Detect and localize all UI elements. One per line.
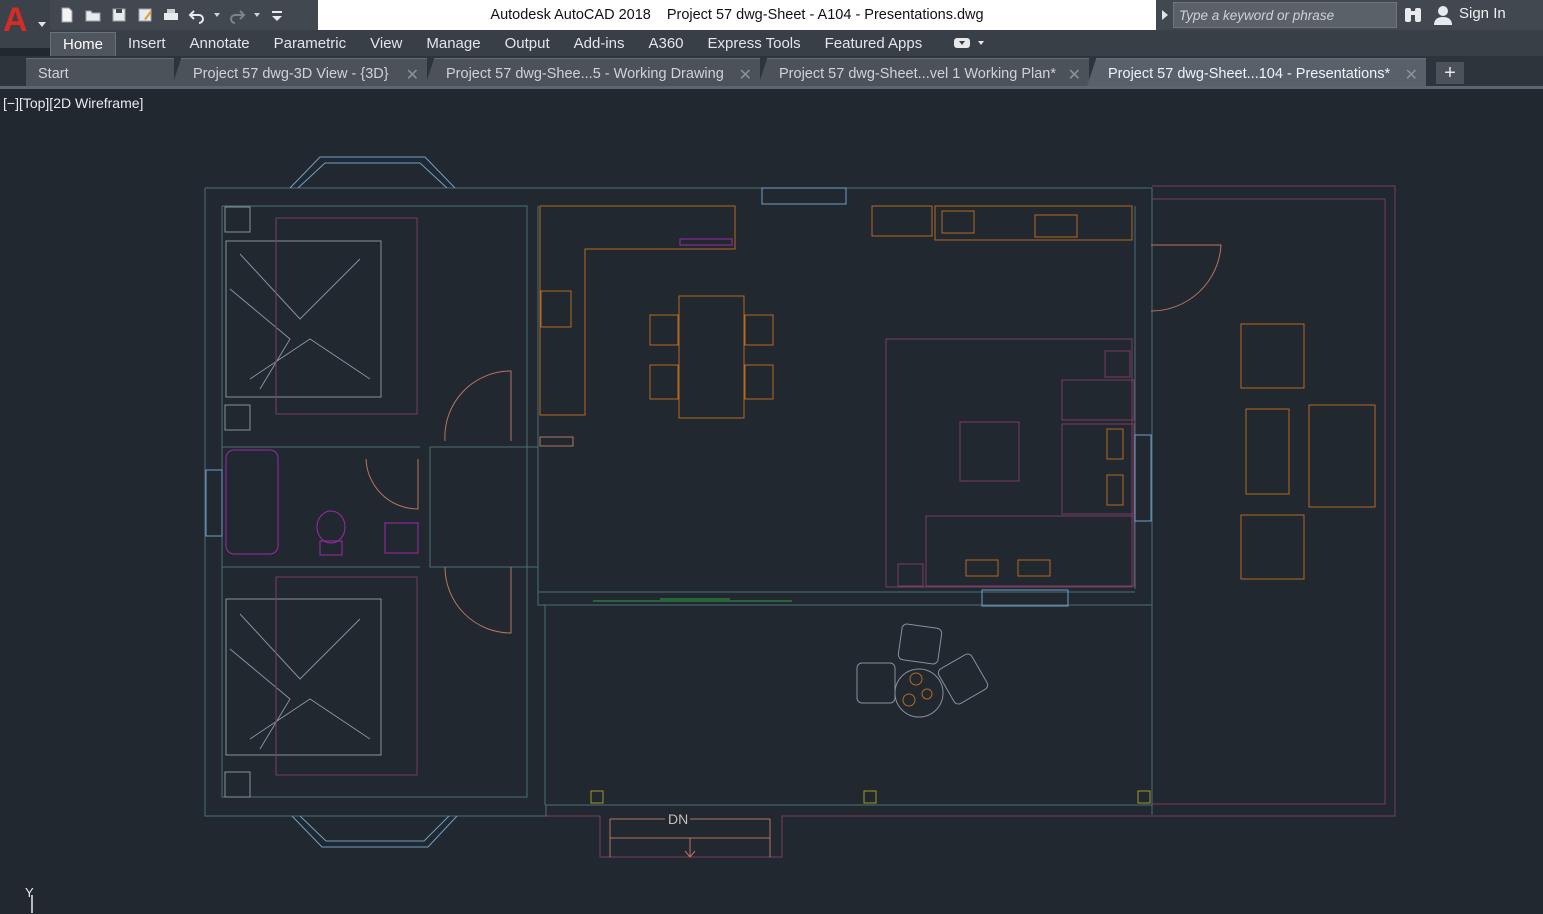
chevron-down-icon: [254, 13, 260, 17]
ribbon-tab-view[interactable]: View: [358, 30, 414, 56]
kitchen-counters: [539, 205, 1133, 416]
search-input[interactable]: [1173, 2, 1397, 28]
exterior-walls: [204, 187, 1153, 817]
chevron-down-icon: [38, 22, 46, 27]
dining-set: [649, 295, 774, 419]
file-tab-bar: Start Project 57 dwg-3D View - {3D} ✕ Pr…: [0, 56, 1543, 89]
ribbon-tab-add-ins[interactable]: Add-ins: [562, 30, 637, 56]
file-tab-3d-view[interactable]: Project 57 dwg-3D View - {3D} ✕: [171, 58, 427, 89]
file-tab-working-drawing[interactable]: Project 57 dwg-Shee...5 - Working Drawin…: [424, 58, 760, 89]
plot-button[interactable]: [160, 4, 182, 26]
bed-top: [224, 206, 382, 431]
file-tab-working-plan[interactable]: Project 57 dwg-Sheet...vel 1 Working Pla…: [757, 58, 1089, 89]
chevron-down-icon: [978, 41, 985, 45]
redo-button[interactable]: [226, 4, 248, 26]
new-tab-button[interactable]: +: [1436, 62, 1464, 84]
file-tab-start[interactable]: Start: [26, 58, 174, 88]
save-icon: [112, 8, 126, 22]
application-menu-button[interactable]: A: [0, 0, 50, 48]
bay-window-bottom: [291, 815, 458, 848]
ribbon-tab-parametric[interactable]: Parametric: [262, 30, 359, 56]
ribbon-tab-bar: Home Insert Annotate Parametric View Man…: [50, 30, 1543, 56]
user-icon[interactable]: [1433, 4, 1453, 26]
new-icon: [61, 7, 73, 23]
file-tab-presentations[interactable]: Project 57 dwg-Sheet...104 - Presentatio…: [1086, 58, 1426, 89]
ribbon-tab-annotate[interactable]: Annotate: [178, 30, 262, 56]
quick-access-toolbar: [56, 3, 288, 27]
ribbon-tab-insert[interactable]: Insert: [116, 30, 178, 56]
new-button[interactable]: [56, 4, 78, 26]
sofa-cushions: [965, 428, 1124, 577]
undo-dropdown[interactable]: [212, 4, 222, 26]
ucs-y-axis-label: Y: [25, 885, 34, 900]
redo-icon: [230, 10, 246, 24]
bed-bottom: [224, 598, 382, 798]
terrace-outline: [546, 185, 1396, 858]
columns: [590, 790, 1151, 804]
bathroom-fixtures: [225, 449, 419, 556]
bay-window-top: [289, 156, 456, 189]
ucs-icon: Y: [25, 885, 34, 913]
redo-dropdown[interactable]: [252, 4, 262, 26]
open-icon: [85, 10, 101, 22]
patio-set: [856, 623, 989, 718]
stair-label: DN: [668, 811, 688, 827]
ribbon-tab-express-tools[interactable]: Express Tools: [696, 30, 813, 56]
save-as-icon: [138, 8, 152, 22]
floor-plan: DN: [204, 156, 1396, 858]
ribbon-tab-a360[interactable]: A360: [636, 30, 695, 56]
open-button[interactable]: [82, 4, 104, 26]
app-name: Autodesk AutoCAD 2018: [490, 7, 651, 23]
close-icon[interactable]: ✕: [1405, 65, 1418, 85]
ribbon-toggle-icon: [954, 38, 971, 48]
search-expand-button[interactable]: [1158, 0, 1172, 30]
close-icon[interactable]: ✕: [406, 65, 419, 85]
stair: [609, 818, 771, 858]
close-icon[interactable]: ✕: [739, 65, 752, 85]
save-as-button[interactable]: [134, 4, 156, 26]
undo-button[interactable]: [186, 4, 208, 26]
viewport-controls[interactable]: [−][Top][2D Wireframe]: [3, 95, 143, 111]
autocad-window: A Autodesk AutoCAD 2018 Project 57 dwg-S…: [0, 0, 1543, 914]
living-area: [885, 338, 1135, 588]
autocad-logo-icon: A: [3, 1, 28, 39]
window-title: Autodesk AutoCAD 2018 Project 57 dwg-Shee…: [318, 0, 1156, 30]
document-title: Project 57 dwg-Sheet - A104 - Presentati…: [666, 7, 984, 23]
chevron-right-icon: [1162, 10, 1168, 20]
ribbon-tab-featured-apps[interactable]: Featured Apps: [813, 30, 935, 56]
close-icon[interactable]: ✕: [1068, 65, 1081, 85]
plot-icon: [164, 9, 178, 20]
customize-icon: [272, 11, 282, 21]
ribbon-minimize-button[interactable]: [954, 38, 985, 48]
ribbon-tab-output[interactable]: Output: [493, 30, 562, 56]
chevron-down-icon: [214, 13, 220, 17]
undo-icon: [188, 10, 204, 24]
doors: [365, 244, 1222, 634]
save-button[interactable]: [108, 4, 130, 26]
sliding-door: [593, 598, 792, 602]
ribbon-tab-home[interactable]: Home: [50, 32, 117, 56]
sign-in-button[interactable]: Sign In: [1459, 5, 1506, 22]
customize-toolbar-button[interactable]: [266, 4, 288, 26]
drawing-area[interactable]: DN [−][Top][2D Wireframe] Y: [0, 89, 1543, 914]
patio-cups: [902, 672, 933, 707]
binoculars-icon[interactable]: [1402, 4, 1424, 26]
terrace-furniture: [1240, 323, 1376, 580]
ribbon-tab-manage[interactable]: Manage: [414, 30, 492, 56]
room-rugs: [275, 217, 418, 776]
plus-icon: +: [1444, 62, 1456, 84]
